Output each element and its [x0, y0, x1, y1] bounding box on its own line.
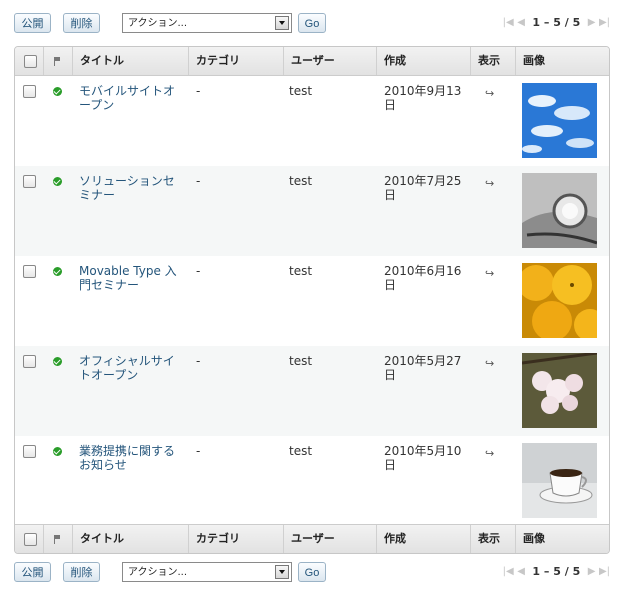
- entry-date: 2010年6月16日: [384, 264, 462, 292]
- entry-title-link[interactable]: オフィシャルサイトオープン: [79, 354, 183, 382]
- chevron-down-icon[interactable]: [275, 16, 289, 30]
- first-page-icon[interactable]: |◀: [503, 562, 514, 582]
- action-select[interactable]: アクション...: [122, 562, 292, 582]
- entry-user: test: [289, 84, 313, 98]
- action-select-value: アクション...: [128, 567, 188, 578]
- thumbnail-coffee-cup[interactable]: [522, 443, 597, 518]
- last-page-icon[interactable]: ▶|: [599, 562, 610, 582]
- row-checkbox[interactable]: [23, 265, 36, 278]
- publish-button[interactable]: 公開: [14, 562, 51, 582]
- arrow-right-icon[interactable]: ↪: [485, 267, 494, 280]
- action-select[interactable]: アクション...: [122, 13, 292, 33]
- pagination: |◀ ◀ 1 – 5 / 5 ▶ ▶|: [503, 13, 610, 33]
- entry-user: test: [289, 354, 313, 368]
- table-row: ソリューションセミナー - test 2010年7月25日 ↪: [15, 166, 609, 256]
- prev-page-icon[interactable]: ◀: [517, 13, 525, 33]
- published-check-icon: [53, 447, 62, 456]
- flag-icon: [54, 535, 61, 544]
- thumbnail-cherry-blossoms[interactable]: [522, 353, 597, 428]
- next-page-icon[interactable]: ▶: [588, 13, 596, 33]
- arrow-right-icon[interactable]: ↪: [485, 447, 494, 460]
- entry-title-link[interactable]: ソリューションセミナー: [79, 174, 183, 202]
- arrow-right-icon[interactable]: ↪: [485, 357, 494, 370]
- entry-category: -: [196, 84, 201, 98]
- table-row: モバイルサイトオープン - test 2010年9月13日 ↪: [15, 76, 609, 166]
- prev-page-icon[interactable]: ◀: [517, 562, 525, 582]
- bottom-toolbar: 公開 削除 アクション... Go |◀ ◀ 1 – 5 / 5 ▶ ▶|: [14, 562, 610, 584]
- entry-title-link[interactable]: モバイルサイトオープン: [79, 84, 183, 112]
- action-select-value: アクション...: [128, 18, 188, 29]
- go-button[interactable]: Go: [298, 562, 326, 582]
- pagination: |◀ ◀ 1 – 5 / 5 ▶ ▶|: [503, 562, 610, 582]
- table-header: タイトル カテゴリ ユーザー 作成 表示 画像: [15, 47, 609, 76]
- arrow-right-icon[interactable]: ↪: [485, 87, 494, 100]
- entry-category: -: [196, 354, 201, 368]
- next-page-icon[interactable]: ▶: [588, 562, 596, 582]
- thumbnail-oranges[interactable]: [522, 263, 597, 338]
- column-title[interactable]: タイトル: [72, 525, 188, 553]
- entry-date: 2010年7月25日: [384, 174, 462, 202]
- column-image: 画像: [515, 47, 609, 75]
- table-row: オフィシャルサイトオープン - test 2010年5月27日 ↪: [15, 346, 609, 436]
- arrow-right-icon[interactable]: ↪: [485, 177, 494, 190]
- chevron-down-icon[interactable]: [275, 565, 289, 579]
- published-check-icon: [53, 357, 62, 366]
- column-category[interactable]: カテゴリ: [188, 525, 283, 553]
- column-created[interactable]: 作成: [376, 525, 470, 553]
- page-range: 1 – 5 / 5: [532, 16, 581, 29]
- table-row: 業務提携に関するお知らせ - test 2010年5月10日 ↪: [15, 436, 609, 526]
- row-checkbox[interactable]: [23, 445, 36, 458]
- first-page-icon[interactable]: |◀: [503, 13, 514, 33]
- thumbnail-blue-sky-clouds[interactable]: [522, 83, 597, 158]
- column-category[interactable]: カテゴリ: [188, 47, 283, 75]
- column-view: 表示: [470, 525, 515, 553]
- publish-button[interactable]: 公開: [14, 13, 51, 33]
- row-checkbox[interactable]: [23, 85, 36, 98]
- published-check-icon: [53, 177, 62, 186]
- column-title[interactable]: タイトル: [72, 47, 188, 75]
- page-range: 1 – 5 / 5: [532, 565, 581, 578]
- entry-date: 2010年9月13日: [384, 84, 462, 112]
- entry-user: test: [289, 264, 313, 278]
- select-all-checkbox-bottom[interactable]: [24, 533, 37, 546]
- published-check-icon: [53, 87, 62, 96]
- delete-button[interactable]: 削除: [63, 13, 100, 33]
- entry-category: -: [196, 444, 201, 458]
- flag-icon: [54, 57, 61, 66]
- column-view: 表示: [470, 47, 515, 75]
- column-created[interactable]: 作成: [376, 47, 470, 75]
- entry-date: 2010年5月10日: [384, 444, 462, 472]
- published-check-icon: [53, 267, 62, 276]
- go-button[interactable]: Go: [298, 13, 326, 33]
- row-checkbox[interactable]: [23, 355, 36, 368]
- column-user[interactable]: ユーザー: [283, 47, 376, 75]
- row-checkbox[interactable]: [23, 175, 36, 188]
- entry-user: test: [289, 444, 313, 458]
- table-row: Movable Type 入門セミナー - test 2010年6月16日 ↪: [15, 256, 609, 346]
- last-page-icon[interactable]: ▶|: [599, 13, 610, 33]
- entry-title-link[interactable]: Movable Type 入門セミナー: [79, 264, 183, 292]
- select-all-checkbox[interactable]: [24, 55, 37, 68]
- top-toolbar: 公開 削除 アクション... Go |◀ ◀ 1 – 5 / 5 ▶ ▶|: [14, 13, 610, 35]
- entry-title-link[interactable]: 業務提携に関するお知らせ: [79, 444, 183, 472]
- delete-button[interactable]: 削除: [63, 562, 100, 582]
- entry-category: -: [196, 264, 201, 278]
- entry-user: test: [289, 174, 313, 188]
- table-footer-header: タイトル カテゴリ ユーザー 作成 表示 画像: [15, 524, 609, 553]
- entry-date: 2010年5月27日: [384, 354, 462, 382]
- thumbnail-car-headlight[interactable]: [522, 173, 597, 248]
- column-user[interactable]: ユーザー: [283, 525, 376, 553]
- entry-category: -: [196, 174, 201, 188]
- column-image: 画像: [515, 525, 609, 553]
- entry-listing-table: タイトル カテゴリ ユーザー 作成 表示 画像 モバイルサイトオープン - te…: [14, 46, 610, 554]
